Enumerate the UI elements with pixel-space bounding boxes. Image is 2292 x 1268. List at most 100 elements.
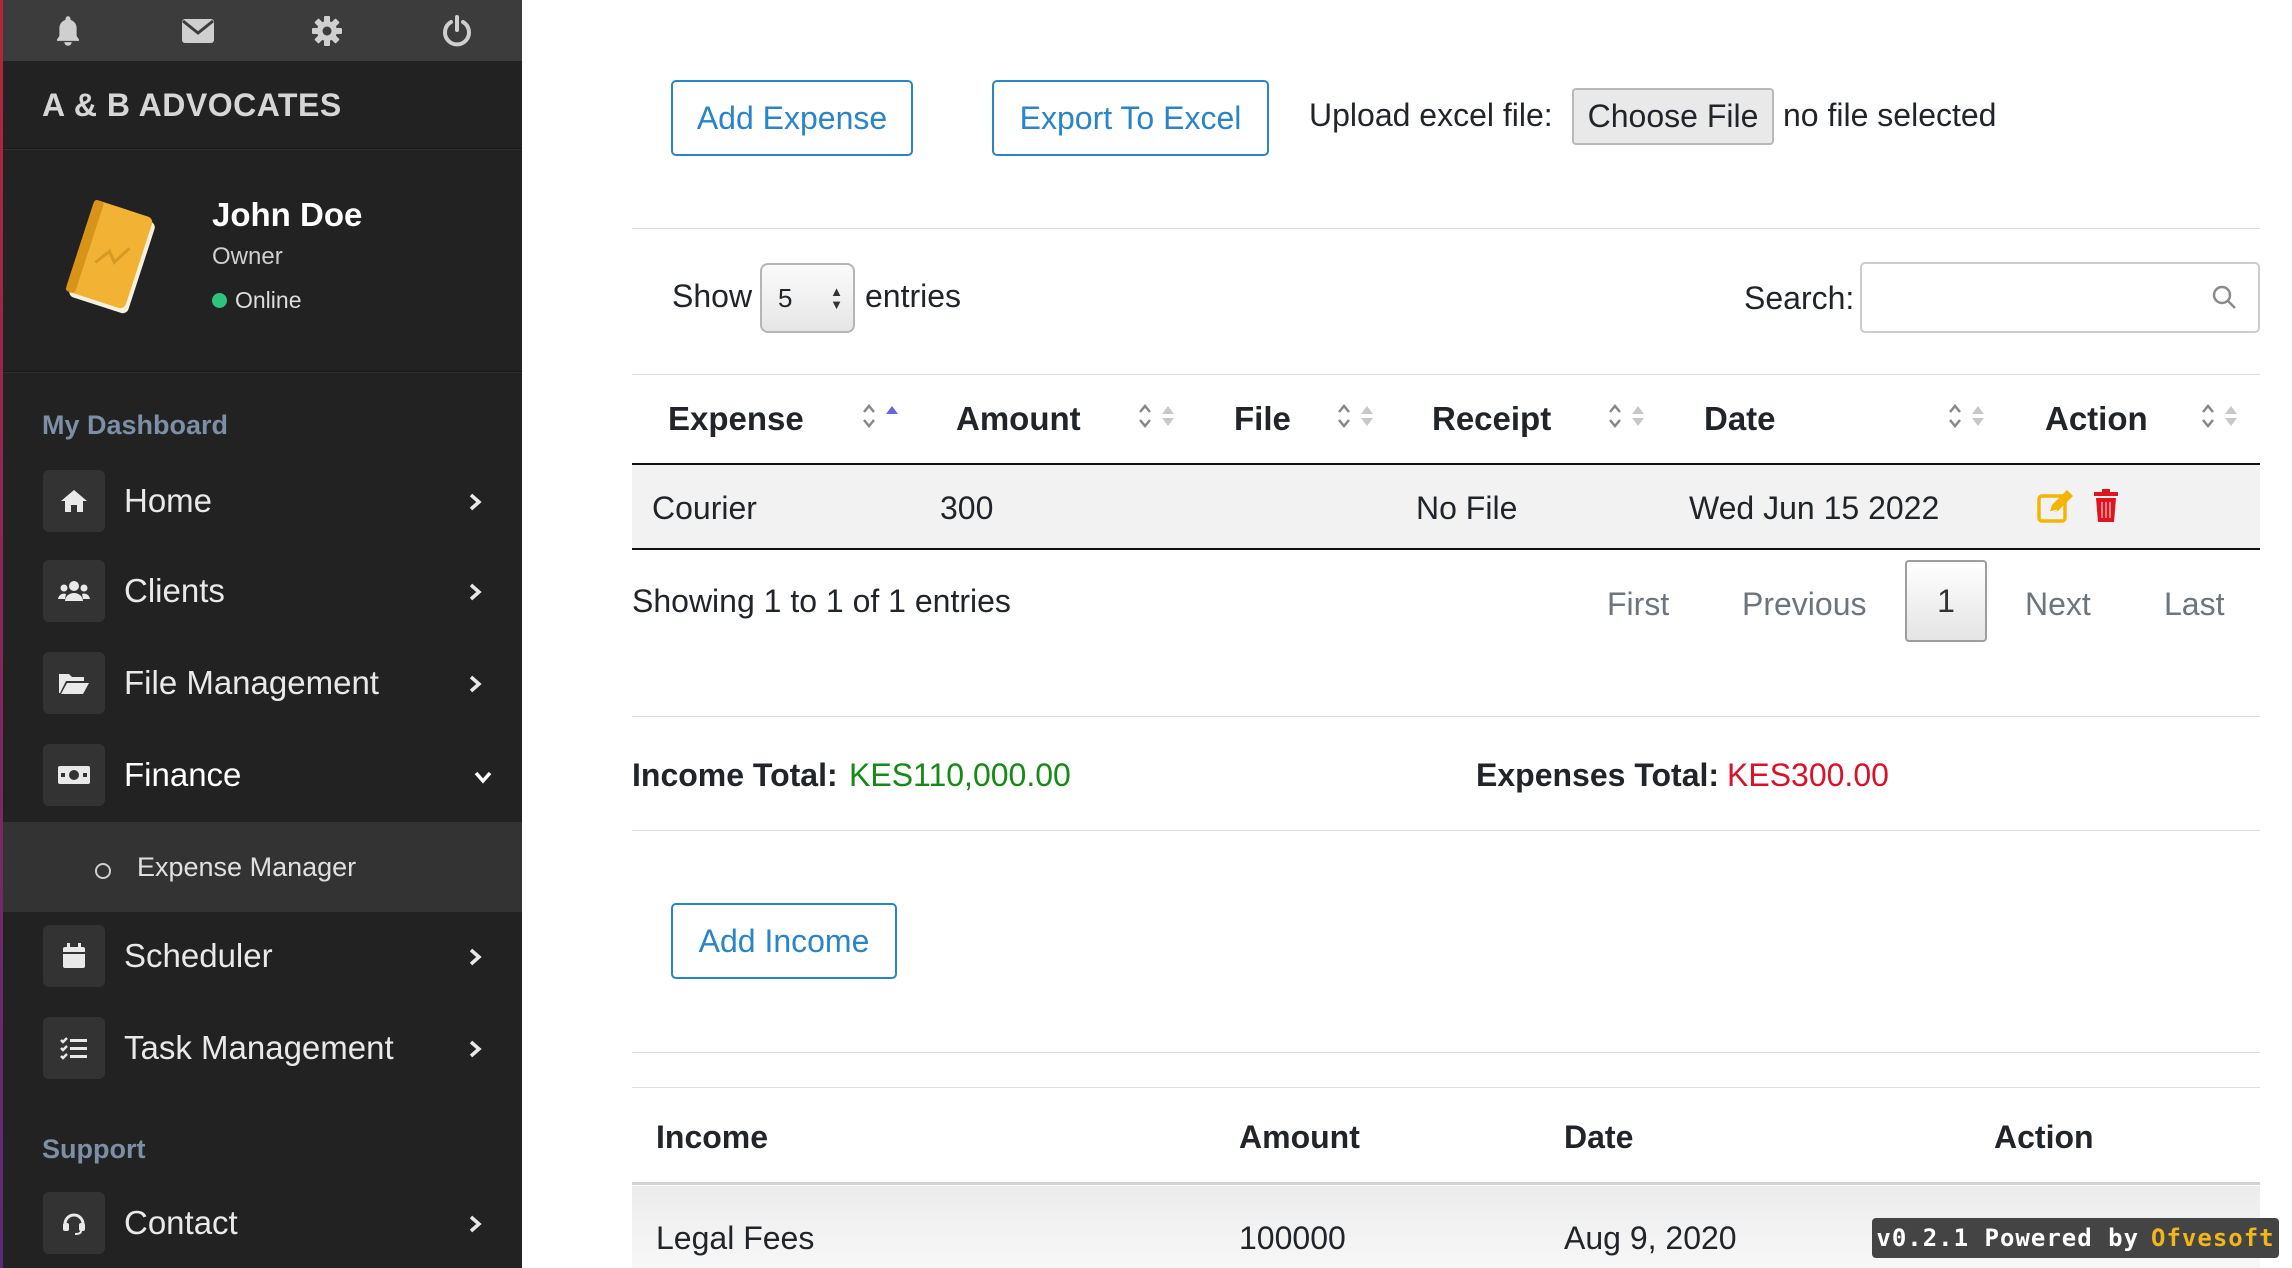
sort-action[interactable] [2201, 402, 2239, 430]
sort-receipt[interactable] [1608, 402, 1646, 430]
sidebar-item-scheduler[interactable]: Scheduler [3, 913, 522, 999]
online-dot-icon [212, 293, 227, 308]
column-header-amount[interactable]: Amount [956, 400, 1081, 438]
notifications-button[interactable] [3, 0, 133, 61]
column-header-date[interactable]: Date [1704, 400, 1776, 438]
version-badge: v0.2.1 Powered by Ofvesoft [1872, 1218, 2279, 1258]
messages-button[interactable] [133, 0, 263, 61]
sort-icon [1609, 404, 1621, 428]
sidebar-divider [3, 371, 522, 373]
chevron-right-icon [469, 1040, 482, 1058]
column-header-expense[interactable]: Expense [668, 400, 804, 438]
users-icon [43, 560, 105, 622]
chevron-right-icon [469, 948, 482, 966]
income-total-label: Income Total: [632, 757, 838, 793]
logout-button[interactable] [392, 0, 522, 61]
divider [632, 716, 2260, 717]
sort-both-icon [2225, 406, 2237, 426]
user-role: Owner [212, 243, 283, 270]
sidebar-item-label: File Management [124, 664, 379, 701]
sidebar-item-contact[interactable]: Contact [3, 1180, 522, 1266]
sidebar-subitem-expense-manager[interactable]: Expense Manager [3, 822, 522, 912]
column-header-income: Income [656, 1119, 769, 1155]
gear-icon [312, 15, 343, 46]
search-input[interactable] [1860, 262, 2260, 333]
no-file-text: no file selected [1783, 97, 1997, 133]
sidebar-item-clients[interactable]: Clients [3, 548, 522, 634]
entries-label: entries [865, 278, 962, 314]
section-my-dashboard: My Dashboard [42, 410, 229, 440]
cell-amount: 100000 [1239, 1220, 1346, 1256]
sort-asc-active-icon [886, 406, 898, 414]
cell-expense: Courier [652, 490, 757, 526]
sidebar-item-label: Finance [124, 756, 242, 793]
chevron-right-icon [469, 583, 482, 601]
sort-amount[interactable] [1138, 402, 1176, 430]
entries-select-value: 5 [778, 282, 793, 313]
chevron-right-icon [469, 675, 482, 693]
pagination-first[interactable]: First [1607, 586, 1669, 623]
pagination-next[interactable]: Next [2025, 586, 2091, 623]
user-status-text: Online [235, 287, 302, 313]
add-expense-button[interactable]: Add Expense [671, 80, 913, 156]
app-brand: A & B ADVOCATES [42, 87, 342, 123]
sidebar-item-label: Home [124, 482, 213, 519]
home-icon [43, 470, 105, 532]
settings-button[interactable] [263, 0, 393, 61]
entries-select[interactable]: 5 ▲ ▼ [760, 263, 855, 333]
folder-open-icon [43, 652, 105, 714]
user-name: John Doe [212, 196, 363, 233]
column-header-action[interactable]: Action [2045, 400, 2148, 438]
bell-icon [56, 15, 79, 46]
power-icon [443, 14, 472, 46]
sidebar-item-home[interactable]: Home [3, 458, 522, 544]
cell-amount: 300 [940, 490, 994, 526]
cell-receipt: No File [1416, 490, 1518, 526]
user-status: Online [212, 287, 301, 314]
column-header-action: Action [1994, 1119, 2094, 1155]
upload-label: Upload excel file: [1309, 97, 1553, 133]
pagination-previous[interactable]: Previous [1742, 586, 1867, 623]
cell-income: Legal Fees [656, 1220, 815, 1256]
sort-expense[interactable] [862, 402, 900, 430]
sort-file[interactable] [1337, 402, 1375, 430]
column-header-amount: Amount [1239, 1119, 1360, 1155]
circle-icon [95, 863, 111, 879]
divider [632, 374, 2260, 375]
show-label: Show [672, 278, 753, 314]
add-income-button[interactable]: Add Income [671, 903, 897, 979]
sidebar-topbar [3, 0, 522, 61]
divider [632, 830, 2260, 831]
sidebar-item-task-management[interactable]: Task Management [3, 1005, 522, 1091]
avatar [65, 200, 155, 314]
sort-date[interactable] [1948, 402, 1986, 430]
search-icon [2212, 285, 2236, 309]
column-header-file[interactable]: File [1234, 400, 1291, 438]
cell-date: Wed Jun 15 2022 [1689, 490, 1940, 526]
sort-both-icon [1162, 406, 1174, 426]
chevron-right-icon [469, 493, 482, 511]
chevron-right-icon [469, 1215, 482, 1233]
sidebar-item-label: Scheduler [124, 937, 273, 974]
pagination-last[interactable]: Last [2164, 586, 2224, 623]
sidebar-item-label: Task Management [124, 1029, 394, 1066]
divider [632, 1052, 2260, 1053]
sort-both-icon [1632, 406, 1644, 426]
sidebar-item-file-management[interactable]: File Management [3, 640, 522, 726]
income-total-value: KES110,000.00 [849, 757, 1071, 793]
sort-icon [1338, 404, 1350, 428]
export-to-excel-button[interactable]: Export To Excel [992, 80, 1269, 156]
column-header-date: Date [1564, 1119, 1634, 1155]
sidebar-item-label: Contact [124, 1204, 238, 1241]
sort-icon [1949, 404, 1961, 428]
sort-both-icon [1361, 406, 1373, 426]
sidebar-item-finance[interactable]: Finance [3, 732, 522, 818]
sidebar-subitem-label: Expense Manager [137, 851, 357, 882]
edit-icon[interactable] [2036, 488, 2076, 524]
headset-icon [43, 1192, 105, 1254]
pagination-current-page[interactable]: 1 [1905, 560, 1987, 642]
choose-file-button[interactable]: Choose File [1572, 88, 1774, 145]
sort-icon [2202, 404, 2214, 428]
column-header-receipt[interactable]: Receipt [1432, 400, 1551, 438]
trash-icon[interactable] [2092, 488, 2120, 524]
